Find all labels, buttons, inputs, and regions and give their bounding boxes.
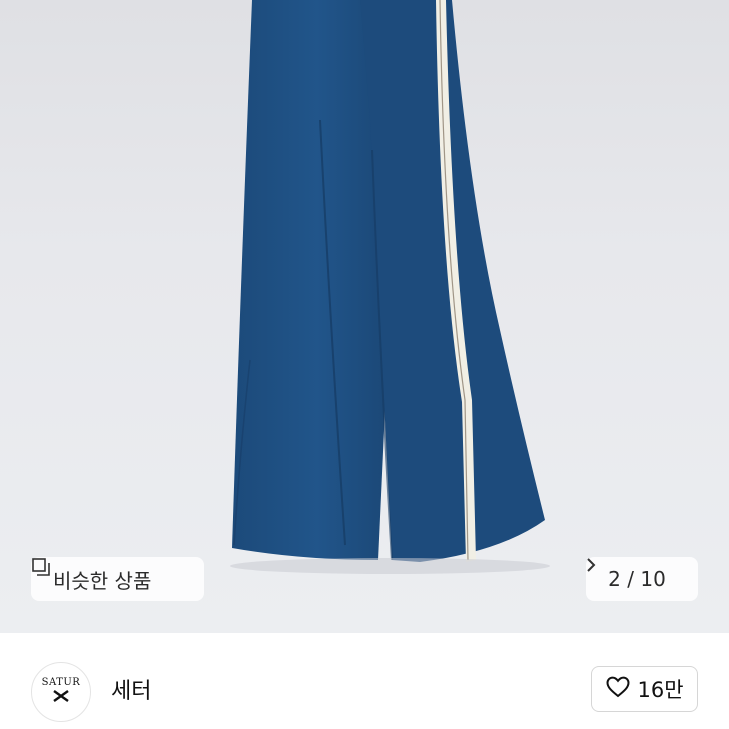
like-count: 16만 [637, 678, 684, 702]
like-button[interactable]: 16만 [591, 666, 698, 712]
image-pager-button[interactable]: 2 / 10 [586, 557, 698, 601]
product-image[interactable]: 비슷한 상품 2 / 10 [0, 0, 729, 633]
image-pager-count: 2 / 10 [608, 567, 666, 591]
shop-avatar[interactable]: SATUR [31, 662, 91, 722]
heart-outline-icon [605, 675, 631, 704]
pants-photo [230, 0, 550, 574]
shop-logo-icon [52, 688, 70, 707]
shop-name[interactable]: 세터 [111, 673, 151, 705]
similar-products-label: 비슷한 상품 [53, 568, 152, 593]
shop-logo-text: SATUR [41, 677, 81, 688]
similar-products-button[interactable]: 비슷한 상품 [31, 557, 204, 601]
